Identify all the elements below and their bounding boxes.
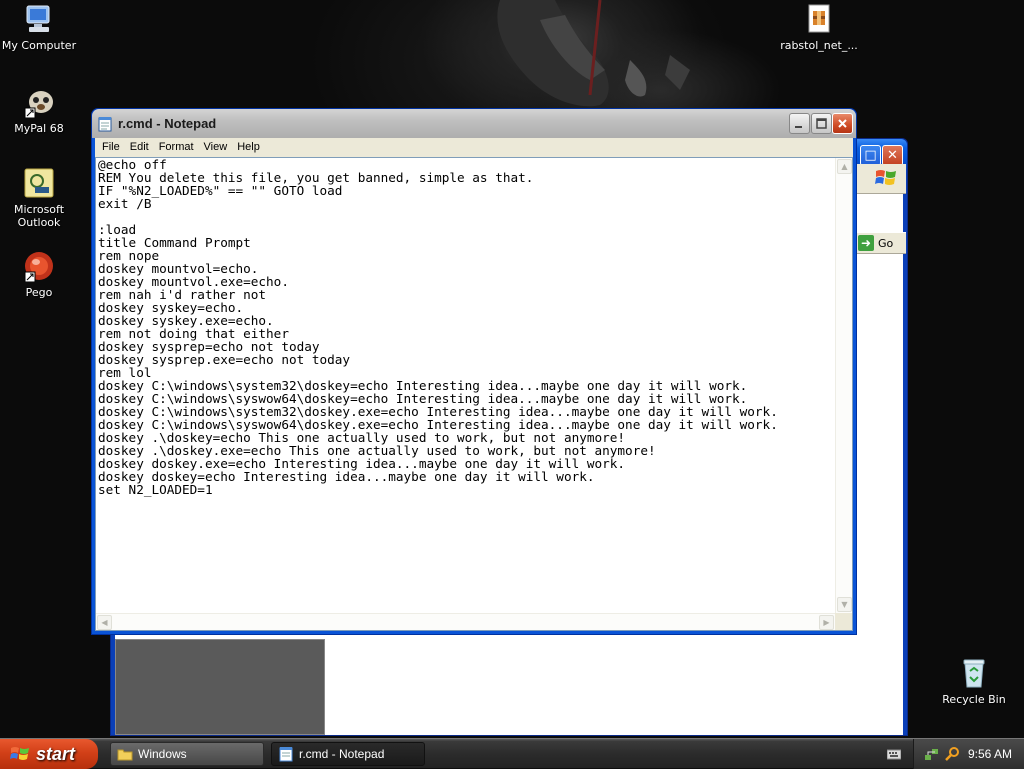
text-line: IF "%N2_LOADED%" == "" GOTO load: [98, 183, 343, 198]
taskbar-button-notepad[interactable]: r.cmd - Notepad: [271, 742, 425, 766]
scroll-left-icon[interactable]: ◀: [97, 615, 112, 630]
maximize-icon: [816, 118, 827, 129]
menu-bar: File Edit Format View Help: [95, 138, 853, 156]
clock[interactable]: 9:56 AM: [968, 747, 1012, 761]
system-tray: 9:56 AM: [913, 739, 1024, 769]
desktop-icon-my-computer[interactable]: My Computer: [0, 3, 79, 52]
text-line: set N2_LOADED=1: [98, 482, 213, 497]
desktop-icon-recycle-bin[interactable]: Recycle Bin: [934, 657, 1014, 706]
start-label: start: [36, 743, 76, 764]
maximize-button[interactable]: □: [860, 145, 881, 166]
menu-file[interactable]: File: [97, 141, 125, 153]
notepad-client: File Edit Format View Help @echo off REM …: [95, 138, 853, 631]
vertical-scrollbar[interactable]: ▲ ▼: [835, 158, 852, 613]
size-grip[interactable]: [835, 613, 852, 630]
desktop-icon-outlook[interactable]: Microsoft Outlook: [0, 167, 79, 229]
search-icon[interactable]: [944, 746, 960, 762]
menu-format[interactable]: Format: [154, 141, 199, 153]
keyboard-icon[interactable]: [886, 747, 902, 761]
computer-icon: [23, 3, 55, 35]
desktop-icon-label: My Computer: [1, 39, 77, 52]
close-button[interactable]: ✕: [882, 145, 903, 166]
desktop-icon-label: Microsoft Outlook: [13, 203, 65, 229]
close-icon: ✕: [887, 148, 898, 163]
minimize-icon: [795, 126, 802, 128]
taskbar: start Windows r.cmd - Notepad 9:56 AM: [0, 738, 1024, 769]
close-button[interactable]: [832, 113, 853, 134]
windows-flag-icon: [10, 745, 30, 763]
desktop-icon-mypal[interactable]: MyPal 68: [0, 86, 79, 135]
desktop-icon-pego[interactable]: Pego: [0, 250, 79, 299]
scroll-up-icon[interactable]: ▲: [837, 159, 852, 174]
close-icon: [838, 119, 847, 128]
desktop-icon-label: MyPal 68: [14, 122, 64, 135]
scroll-right-icon[interactable]: ▶: [819, 615, 834, 630]
desktop-icon-rabstol[interactable]: rabstol_net_...: [778, 3, 860, 52]
taskbar-button-label: r.cmd - Notepad: [299, 747, 385, 761]
text-line: [98, 210, 835, 223]
tasks-panel: [115, 639, 325, 735]
menu-view[interactable]: View: [199, 141, 233, 153]
folder-icon: [117, 746, 133, 762]
menu-help[interactable]: Help: [232, 141, 265, 153]
desktop-icon-label: rabstol_net_...: [780, 39, 858, 52]
mypal-browser-icon: [23, 86, 55, 119]
desktop-icon-label: Pego: [25, 286, 53, 299]
text-line: doskey sysprep.exe=echo not today: [98, 352, 351, 367]
taskbar-button-label: Windows: [138, 747, 187, 761]
window-title: r.cmd - Notepad: [118, 116, 217, 131]
notepad-window[interactable]: r.cmd - Notepad File Edit Format View He…: [91, 108, 857, 635]
menu-edit[interactable]: Edit: [125, 141, 154, 153]
pego-icon: [23, 250, 55, 283]
maximize-button[interactable]: [811, 113, 832, 134]
notepad-icon: [278, 746, 294, 762]
text-editor[interactable]: @echo off REM You delete this file, you g…: [98, 158, 835, 613]
scroll-down-icon[interactable]: ▼: [837, 597, 852, 612]
desktop-icon-label: Recycle Bin: [942, 693, 1006, 706]
minimize-button[interactable]: [789, 113, 810, 134]
notepad-icon: [98, 116, 112, 132]
maximize-icon: □: [864, 148, 877, 163]
recycle-bin-icon: [958, 657, 990, 689]
editor-frame: @echo off REM You delete this file, you g…: [95, 157, 853, 631]
network-icon[interactable]: [924, 746, 940, 762]
text-line: exit /B: [98, 196, 152, 211]
horizontal-scrollbar[interactable]: ◀ ▶: [96, 613, 835, 630]
windows-flag-icon: [874, 166, 898, 190]
text-line: title Command Prompt: [98, 235, 251, 250]
go-arrow-icon: ➜: [858, 235, 874, 251]
notepad-titlebar[interactable]: r.cmd - Notepad: [92, 109, 856, 138]
archive-file-icon: [803, 3, 835, 35]
go-label: Go: [878, 236, 894, 250]
outlook-icon: [23, 167, 55, 199]
taskbar-button-windows[interactable]: Windows: [110, 742, 264, 766]
go-button[interactable]: ➜ Go: [858, 234, 893, 252]
start-button[interactable]: start: [0, 739, 98, 769]
